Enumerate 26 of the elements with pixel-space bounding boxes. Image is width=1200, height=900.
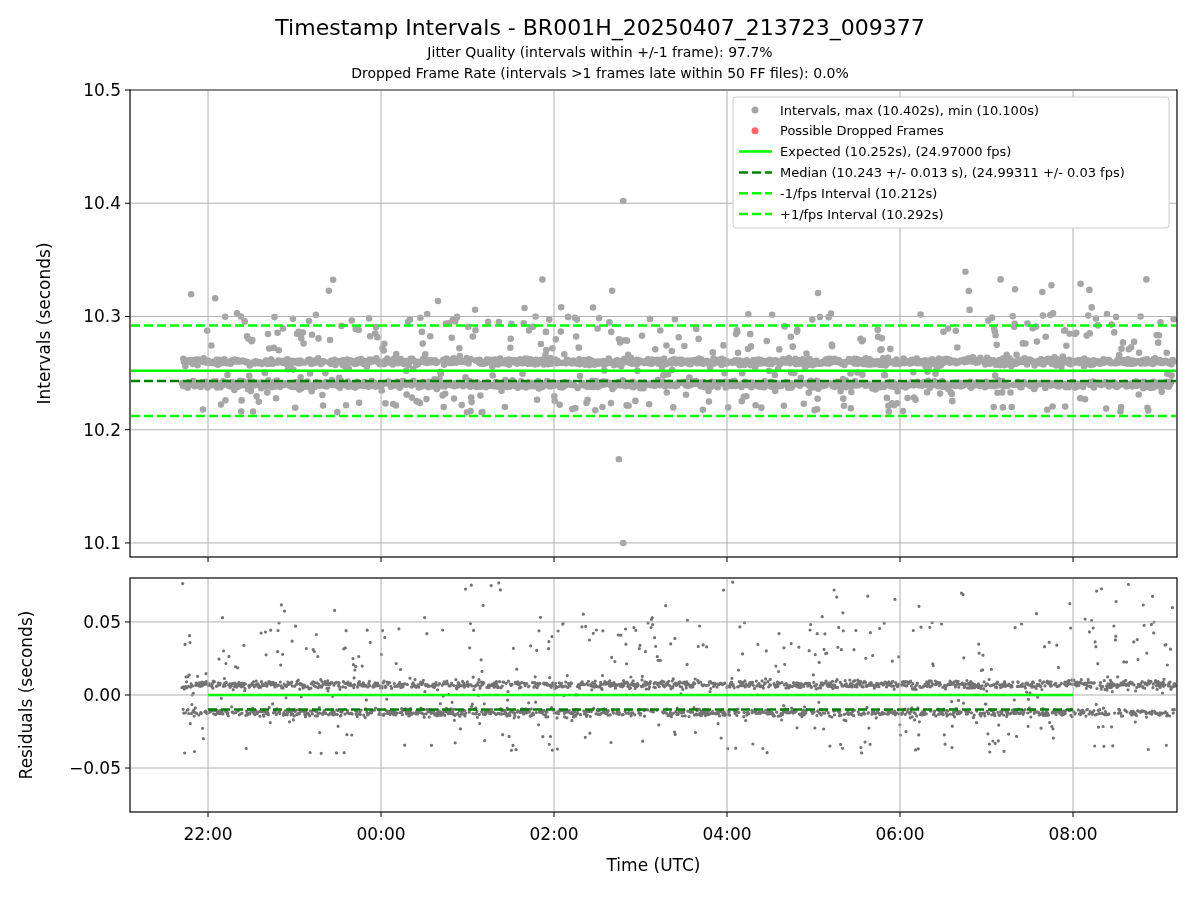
chart-title: Timestamp Intervals - BR001H_20250407_213723_009377 xyxy=(275,14,925,42)
tick-label: 0.05 xyxy=(83,611,121,632)
tick-label: 10.1 xyxy=(83,532,121,553)
tick-label: −0.05 xyxy=(68,758,121,779)
tick-label: 00:00 xyxy=(356,824,406,844)
legend-label: Intervals, max (10.402s), min (10.100s) xyxy=(780,102,1039,118)
tick-label: 06:00 xyxy=(875,824,925,844)
legend-label: +1/fps Interval (10.292s) xyxy=(780,206,944,222)
tick-label: 10.5 xyxy=(83,80,121,100)
tick-label: 02:00 xyxy=(529,824,579,844)
tick-label: 10.4 xyxy=(83,193,121,214)
tick-label: 0.00 xyxy=(83,685,121,705)
legend-label: Median (10.243 +/- 0.013 s), (24.99311 +/- 0.03 fps) xyxy=(780,164,1125,180)
tick-label: 22:00 xyxy=(183,824,233,844)
tick-label: 10.2 xyxy=(83,419,121,440)
legend-label: Possible Dropped Frames xyxy=(780,123,944,139)
axis-label: Time (UTC) xyxy=(606,855,701,875)
legend-label: -1/fps Interval (10.212s) xyxy=(780,185,938,201)
axis-label: Intervals (seconds) xyxy=(34,242,54,405)
tick-label: 10.3 xyxy=(83,306,121,327)
legend-label: Expected (10.252s), (24.97000 fps) xyxy=(780,144,1012,160)
tick-label: 08:00 xyxy=(1048,824,1098,844)
tick-label: 04:00 xyxy=(702,824,752,844)
chart-subtitle: Jitter Quality (intervals within +/-1 frame): 97.7% xyxy=(427,43,773,62)
chart-subtitle: Dropped Frame Rate (intervals >1 frames late within 50 FF files): 0.0% xyxy=(351,64,849,83)
axis-label: Residuals (seconds) xyxy=(16,610,36,780)
